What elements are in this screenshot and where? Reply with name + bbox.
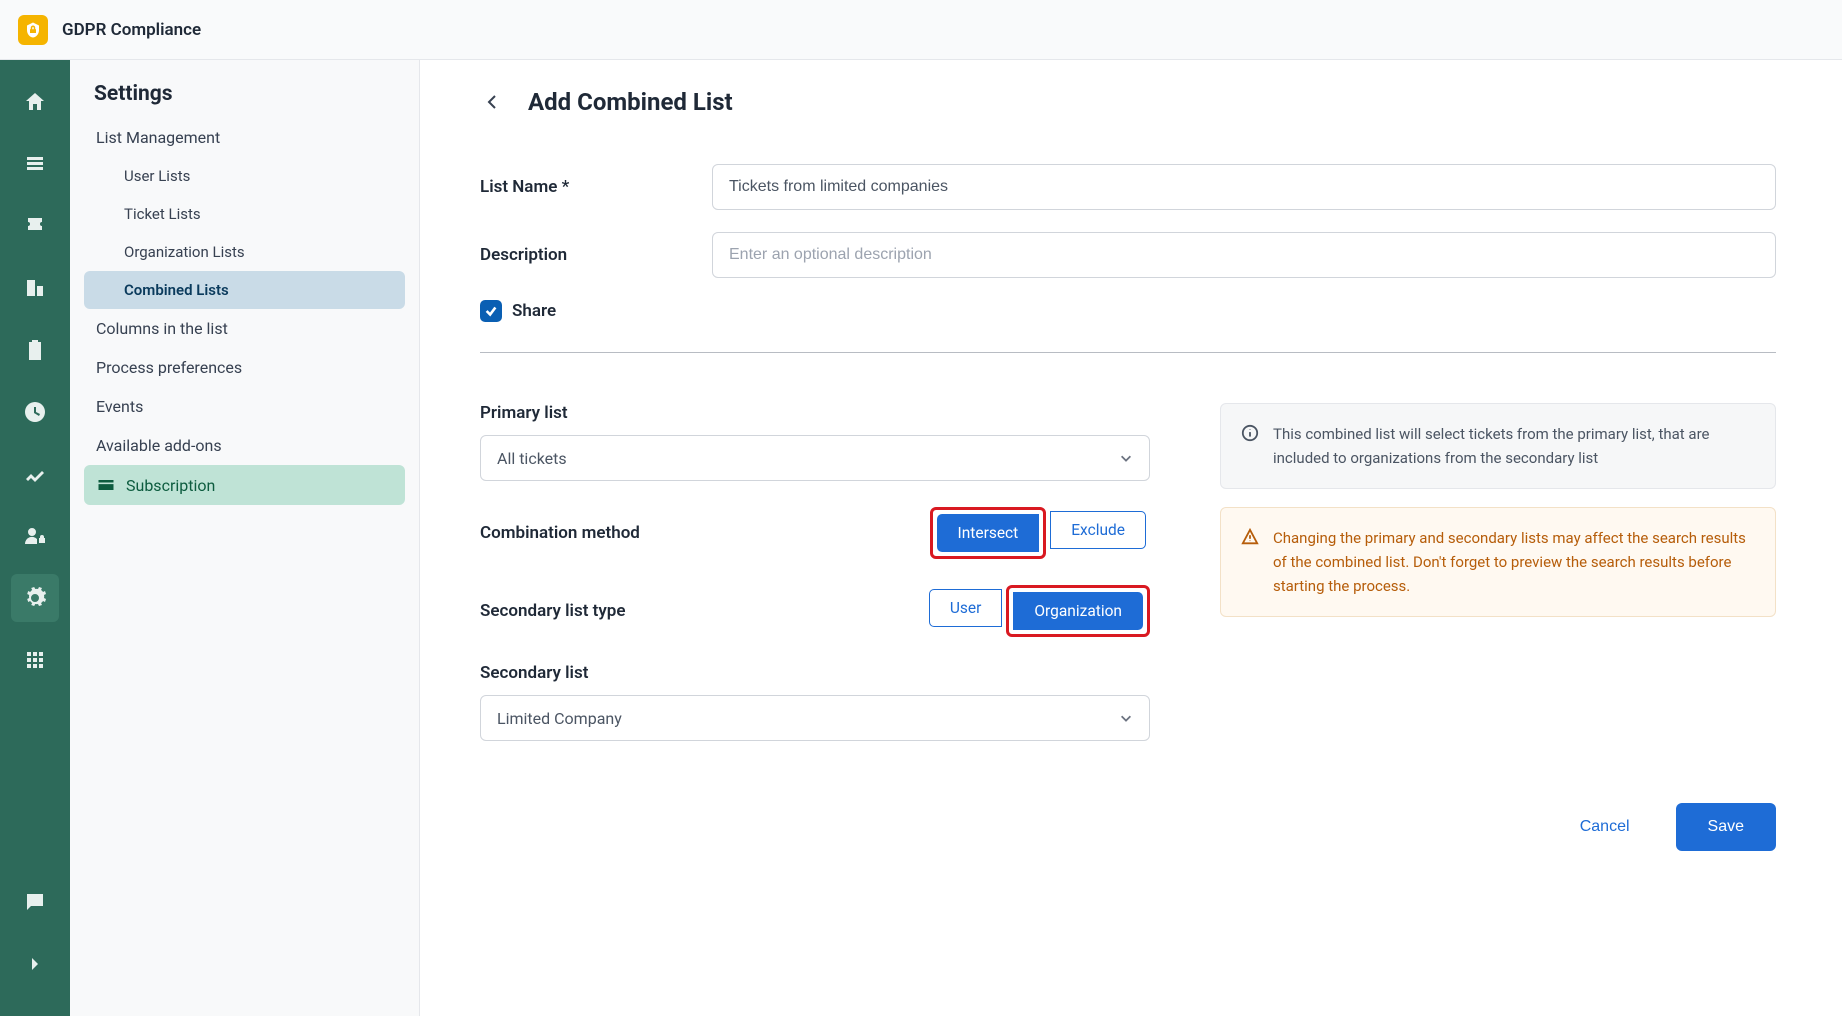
credit-card-icon — [96, 475, 116, 495]
rail-home-icon[interactable] — [11, 78, 59, 126]
page-title: Add Combined List — [528, 88, 733, 116]
sidebar-item-columns[interactable]: Columns in the list — [84, 309, 405, 348]
secondary-list-select[interactable]: Limited Company — [480, 695, 1150, 741]
rail-chart-icon[interactable] — [11, 450, 59, 498]
warning-alert: Changing the primary and secondary lists… — [1220, 507, 1776, 617]
save-button[interactable]: Save — [1676, 803, 1776, 851]
back-button[interactable] — [480, 90, 504, 114]
check-icon — [484, 304, 498, 318]
rail-user-lock-icon[interactable] — [11, 512, 59, 560]
info-icon — [1241, 424, 1259, 442]
chevron-down-icon — [1119, 451, 1133, 465]
rail-chat-icon[interactable] — [11, 878, 59, 926]
intersect-button[interactable]: Intersect — [937, 514, 1040, 552]
chevron-down-icon — [1119, 711, 1133, 725]
sidebar-item-events[interactable]: Events — [84, 387, 405, 426]
sidebar-item-user-lists[interactable]: User Lists — [84, 157, 405, 195]
combination-toggle: Intersect Exclude — [930, 507, 1150, 559]
divider — [480, 352, 1776, 353]
settings-sidebar: Settings List Management User Lists Tick… — [70, 60, 420, 1016]
sidebar-item-list-management[interactable]: List Management — [84, 118, 405, 157]
warning-icon — [1241, 528, 1259, 546]
nav-rail — [0, 60, 70, 1016]
sidebar-item-process-prefs[interactable]: Process preferences — [84, 348, 405, 387]
info-alert: This combined list will select tickets f… — [1220, 403, 1776, 489]
primary-list-label: Primary list — [480, 403, 1150, 423]
top-bar: GDPR Compliance — [0, 0, 1842, 60]
exclude-button[interactable]: Exclude — [1050, 511, 1146, 549]
primary-list-select[interactable]: All tickets — [480, 435, 1150, 481]
secondary-list-label: Secondary list — [480, 663, 1150, 683]
app-logo — [18, 15, 48, 45]
rail-apps-icon[interactable] — [11, 636, 59, 684]
share-label: Share — [512, 301, 556, 321]
rail-ticket-icon[interactable] — [11, 202, 59, 250]
description-input[interactable] — [712, 232, 1776, 278]
rail-clock-icon[interactable] — [11, 388, 59, 436]
app-title: GDPR Compliance — [62, 20, 201, 40]
sidebar-item-ticket-lists[interactable]: Ticket Lists — [84, 195, 405, 233]
cancel-button[interactable]: Cancel — [1556, 803, 1654, 851]
share-checkbox[interactable] — [480, 300, 502, 322]
sidebar-item-subscription[interactable]: Subscription — [84, 465, 405, 505]
sidebar-item-addons[interactable]: Available add-ons — [84, 426, 405, 465]
rail-org-icon[interactable] — [11, 264, 59, 312]
description-label: Description — [480, 245, 712, 265]
main-content: Add Combined List List Name * Descriptio… — [420, 60, 1842, 1016]
chevron-left-icon — [487, 94, 497, 110]
sidebar-item-combined-lists[interactable]: Combined Lists — [84, 271, 405, 309]
list-name-label: List Name * — [480, 177, 712, 197]
rail-settings-icon[interactable] — [11, 574, 59, 622]
list-name-input[interactable] — [712, 164, 1776, 210]
user-button[interactable]: User — [929, 589, 1003, 627]
organization-button[interactable]: Organization — [1013, 592, 1143, 630]
sidebar-title: Settings — [84, 82, 405, 118]
combination-label: Combination method — [480, 523, 640, 543]
rail-lists-icon[interactable] — [11, 140, 59, 188]
rail-clipboard-icon[interactable] — [11, 326, 59, 374]
secondary-type-label: Secondary list type — [480, 601, 626, 621]
sidebar-item-org-lists[interactable]: Organization Lists — [84, 233, 405, 271]
rail-expand-icon[interactable] — [11, 940, 59, 988]
secondary-type-toggle: User Organization — [925, 585, 1150, 637]
